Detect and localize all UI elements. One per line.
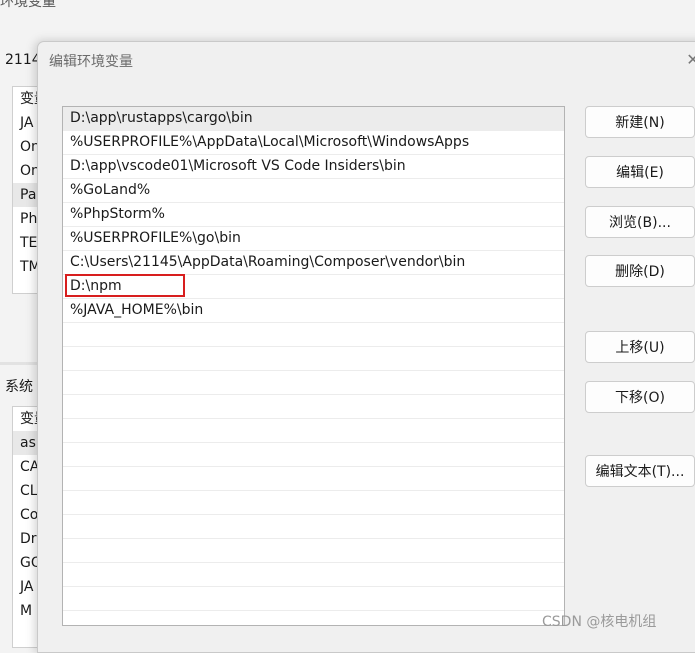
empty-row[interactable] (63, 347, 564, 371)
divider (0, 362, 40, 365)
path-list[interactable]: D:\app\rustapps\cargo\bin %USERPROFILE%\… (62, 106, 565, 626)
path-row[interactable]: %PhpStorm% (63, 203, 564, 227)
edit-env-dialog: 编辑环境变量 ✕ D:\app\rustapps\cargo\bin %USER… (37, 41, 695, 653)
user-vars-label: 2114 (5, 52, 41, 68)
empty-row[interactable] (63, 419, 564, 443)
path-row[interactable]: %USERPROFILE%\go\bin (63, 227, 564, 251)
empty-row[interactable] (63, 395, 564, 419)
close-icon[interactable]: ✕ (683, 50, 695, 70)
path-row[interactable]: %GoLand% (63, 179, 564, 203)
dialog-title: 编辑环境变量 (49, 54, 133, 70)
empty-row[interactable] (63, 563, 564, 587)
move-down-button[interactable]: 下移(O) (585, 381, 695, 413)
empty-row[interactable] (63, 491, 564, 515)
path-row[interactable]: %USERPROFILE%\AppData\Local\Microsoft\Wi… (63, 131, 564, 155)
empty-row[interactable] (63, 587, 564, 611)
empty-row[interactable] (63, 515, 564, 539)
path-row[interactable]: C:\Users\21145\AppData\Roaming\Composer\… (63, 251, 564, 275)
path-row-highlighted[interactable]: D:\npm (63, 274, 564, 299)
bg-window-title: 环境变量 (0, 0, 56, 10)
delete-button[interactable]: 删除(D) (585, 255, 695, 287)
empty-row[interactable] (63, 539, 564, 563)
path-row[interactable]: D:\app\rustapps\cargo\bin (63, 107, 564, 131)
watermark: CSDN @核电机组 (542, 614, 657, 630)
edit-button[interactable]: 编辑(E) (585, 156, 695, 188)
empty-row[interactable] (63, 611, 564, 625)
empty-row[interactable] (63, 323, 564, 347)
move-up-button[interactable]: 上移(U) (585, 331, 695, 363)
browse-button[interactable]: 浏览(B)... (585, 206, 695, 238)
empty-row[interactable] (63, 467, 564, 491)
empty-row[interactable] (63, 371, 564, 395)
system-vars-label: 系统 (5, 379, 33, 395)
empty-row[interactable] (63, 443, 564, 467)
path-row[interactable]: %JAVA_HOME%\bin (63, 299, 564, 323)
path-row[interactable]: D:\app\vscode01\Microsoft VS Code Inside… (63, 155, 564, 179)
edit-text-button[interactable]: 编辑文本(T)... (585, 455, 695, 487)
new-button[interactable]: 新建(N) (585, 106, 695, 138)
